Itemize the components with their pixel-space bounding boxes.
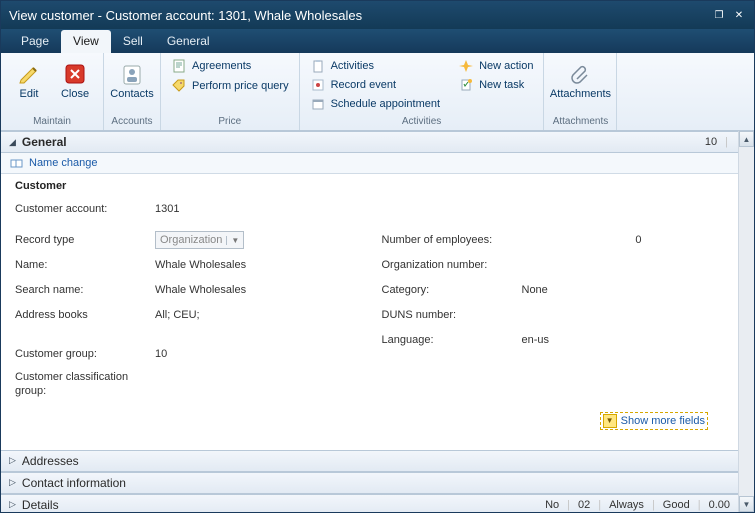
agreements-button[interactable]: Agreements — [167, 57, 293, 75]
show-more-fields-button[interactable]: ▼ Show more fields — [600, 412, 708, 430]
value-category: None — [522, 284, 548, 296]
label-org-number: Organization number: — [382, 259, 522, 271]
contacts-button[interactable]: Contacts — [110, 57, 154, 103]
value-address-books: All; CEU; — [155, 309, 200, 321]
expand-icon: ▷ — [9, 477, 16, 488]
label-language: Language: — [382, 334, 522, 346]
value-num-employees: 0 — [522, 234, 642, 246]
tag-icon — [171, 78, 187, 94]
spark-icon — [458, 58, 474, 74]
value-language: en-us — [522, 334, 550, 346]
menu-strip: Page View Sell General — [1, 29, 754, 53]
attachments-button[interactable]: Attachments — [550, 57, 610, 103]
contacts-icon — [118, 60, 146, 88]
general-badge: 10 — [705, 136, 717, 148]
form-heading: Customer — [15, 180, 724, 192]
label-duns: DUNS number: — [382, 309, 522, 321]
collapse-icon: ◢ — [9, 137, 16, 148]
pencil-icon — [15, 60, 43, 88]
expand-icon: ▷ — [9, 455, 16, 466]
task-icon — [458, 77, 474, 93]
app-window: View customer - Customer account: 1301, … — [0, 0, 755, 513]
chevron-down-icon: ▼ — [226, 236, 239, 245]
value-search-name: Whale Wholesales — [155, 284, 246, 296]
value-customer-group: 10 — [155, 348, 167, 360]
label-num-employees: Number of employees: — [382, 234, 522, 246]
ribbon-group-attachments: Attachments Attachments — [544, 53, 617, 130]
expand-icon: ▷ — [9, 499, 16, 510]
value-customer-account: 1301 — [155, 203, 179, 215]
section-contact-information[interactable]: ▷ Contact information — [1, 472, 738, 494]
window-title: View customer - Customer account: 1301, … — [9, 8, 362, 23]
label-search-name: Search name: — [15, 284, 155, 296]
chevron-down-yellow-icon: ▼ — [603, 414, 617, 428]
record-type-select[interactable]: Organization ▼ — [155, 231, 244, 249]
record-icon — [310, 77, 326, 93]
close-icon[interactable]: ✕ — [732, 9, 746, 21]
scrollbar-vertical[interactable]: ▲ ▼ — [738, 131, 754, 512]
new-action-button[interactable]: New action — [454, 57, 537, 75]
label-record-type: Record type — [15, 234, 155, 246]
title-bar: View customer - Customer account: 1301, … — [1, 1, 754, 29]
label-customer-group: Customer group: — [15, 348, 155, 360]
ribbon-group-price: Agreements Perform price query Price — [161, 53, 300, 130]
label-classification: Customer classification group: — [15, 370, 155, 399]
section-general[interactable]: ◢ General 10 | — [1, 131, 738, 153]
name-change-link[interactable]: Name change — [29, 157, 98, 169]
ribbon: Edit Close Maintain Contacts — [1, 53, 754, 131]
new-task-button[interactable]: New task — [454, 76, 537, 94]
tab-view[interactable]: View — [61, 30, 111, 53]
rename-icon — [9, 156, 23, 170]
label-name: Name: — [15, 259, 155, 271]
label-address-books: Address books — [15, 309, 155, 321]
customer-form: Customer Customer account: 1301 Record t… — [1, 174, 738, 450]
restore-icon[interactable]: ❐ — [712, 9, 726, 21]
scroll-down-button[interactable]: ▼ — [739, 496, 754, 512]
calendar-icon — [310, 96, 326, 112]
edit-button[interactable]: Edit — [7, 57, 51, 103]
ribbon-group-maintain: Edit Close Maintain — [1, 53, 104, 130]
name-change-bar: Name change — [1, 153, 738, 174]
tab-page[interactable]: Page — [9, 30, 61, 53]
schedule-appointment-button[interactable]: Schedule appointment — [306, 95, 444, 113]
price-query-button[interactable]: Perform price query — [167, 77, 293, 95]
section-addresses[interactable]: ▷ Addresses — [1, 450, 738, 472]
agreements-icon — [171, 58, 187, 74]
section-details[interactable]: ▷ Details No| 02| Always| Good| 0.00 — [1, 494, 738, 512]
clipboard-icon — [310, 58, 326, 74]
paperclip-icon — [566, 60, 594, 88]
label-customer-account: Customer account: — [15, 203, 155, 215]
activities-button[interactable]: Activities — [306, 57, 444, 75]
tab-general[interactable]: General — [155, 30, 222, 53]
close-button[interactable]: Close — [53, 57, 97, 103]
ribbon-group-activities: Activities Record event Schedule appoint… — [300, 53, 545, 130]
value-name: Whale Wholesales — [155, 259, 246, 271]
tab-sell[interactable]: Sell — [111, 30, 155, 53]
ribbon-group-accounts: Contacts Accounts — [104, 53, 161, 130]
scroll-up-button[interactable]: ▲ — [739, 131, 754, 147]
close-red-icon — [61, 60, 89, 88]
content-pane: ◢ General 10 | Name change Customer Cust… — [1, 131, 738, 512]
record-event-button[interactable]: Record event — [306, 76, 444, 94]
label-category: Category: — [382, 284, 522, 296]
